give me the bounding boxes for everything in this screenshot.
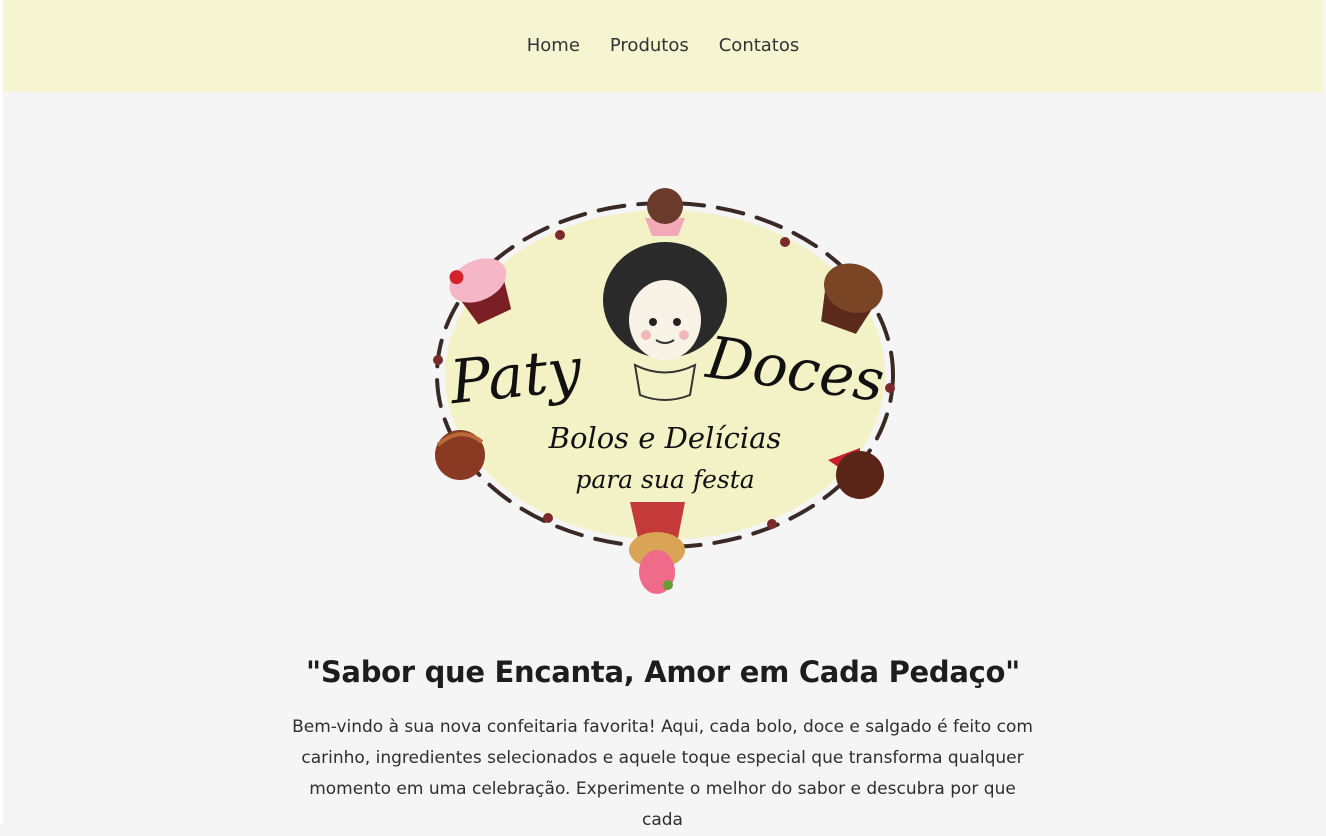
top-truffle-icon xyxy=(645,188,685,236)
brigadeiro-icon xyxy=(435,430,485,480)
logo-name-left: Paty xyxy=(446,335,586,419)
nav-home-link[interactable]: Home xyxy=(527,35,580,56)
top-navbar: Home Produtos Contatos xyxy=(3,0,1323,92)
logo-tagline-2: para sua festa xyxy=(575,465,754,494)
nav-produtos-link[interactable]: Produtos xyxy=(610,35,689,56)
logo-tagline-1: Bolos e Delícias xyxy=(548,421,782,455)
bottom-cupcake-icon xyxy=(629,502,685,594)
hero-intro-text: Bem-vindo à sua nova confeitaria favorit… xyxy=(292,717,1033,830)
hero-slogan: "Sabor que Encanta, Amor em Cada Pedaço" xyxy=(306,655,1020,689)
paty-doces-logo: Paty Doces Bolos e Delícias para sua fes… xyxy=(420,180,910,600)
left-edge-strip xyxy=(0,0,3,825)
nav-contatos-link[interactable]: Contatos xyxy=(719,35,800,56)
